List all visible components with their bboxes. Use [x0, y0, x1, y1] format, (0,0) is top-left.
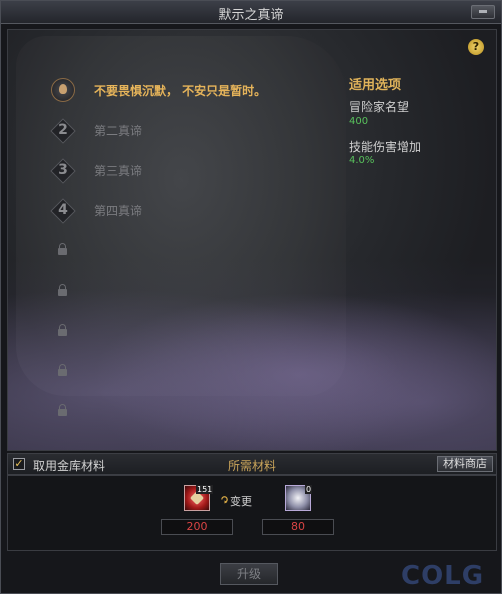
- option-1-value: 400: [349, 116, 369, 127]
- stage-3-label: 第三真谛: [94, 164, 143, 178]
- material-2-count: 0: [305, 485, 313, 494]
- title-bar[interactable]: 默示之真谛: [1, 1, 501, 24]
- material-shop-button[interactable]: 材料商店: [437, 456, 493, 472]
- materials-title: 所需材料: [227, 459, 276, 473]
- dialog-window: 默示之真谛 ? 不要畏惧沉默， 不安只是暂时。 2 第二真谛 3 第三真谛 4 …: [0, 0, 502, 594]
- options-title: 适用选项: [349, 78, 402, 93]
- change-link[interactable]: 变更: [230, 493, 252, 509]
- upgrade-button[interactable]: 升级: [220, 563, 278, 585]
- stage-2-label: 第二真谛: [94, 124, 143, 138]
- option-1-name: 冒险家名望: [349, 100, 410, 114]
- material-1-count: 151: [196, 485, 214, 494]
- material-1-required-qty: 200: [161, 519, 233, 535]
- watermark-logo: COLG: [401, 561, 485, 591]
- window-title: 默示之真谛: [218, 8, 284, 23]
- stage-8-lock-icon: [58, 364, 67, 376]
- stage-1[interactable]: [51, 78, 75, 102]
- stage-4[interactable]: 4: [50, 198, 76, 224]
- stage-1-emblem-icon: [51, 78, 75, 102]
- help-icon[interactable]: ?: [468, 39, 484, 55]
- stage-3[interactable]: 3: [50, 158, 76, 184]
- stage-3-number: 3: [58, 162, 68, 178]
- stage-2[interactable]: 2: [50, 118, 76, 144]
- stage-4-label: 第四真谛: [94, 204, 143, 218]
- fog-overlay: [8, 260, 496, 450]
- swap-icon[interactable]: [220, 495, 229, 504]
- stage-6-lock-icon: [58, 284, 67, 296]
- stage-4-number: 4: [58, 202, 68, 218]
- materials-panel: [7, 475, 497, 551]
- stage-5-lock-icon: [58, 243, 67, 255]
- minimize-button[interactable]: [471, 5, 495, 19]
- option-2-value: 4.0%: [349, 155, 375, 166]
- material-2-required-qty: 80: [262, 519, 334, 535]
- option-2-name: 技能伤害增加: [349, 140, 422, 154]
- stage-2-number: 2: [58, 122, 68, 138]
- stage-1-label: 不要畏惧沉默， 不安只是暂时。: [94, 84, 267, 98]
- stage-9-lock-icon: [58, 404, 67, 416]
- stage-7-lock-icon: [58, 324, 67, 336]
- materials-bar: ✓ 取用金库材料 所需材料 材料商店: [7, 453, 497, 475]
